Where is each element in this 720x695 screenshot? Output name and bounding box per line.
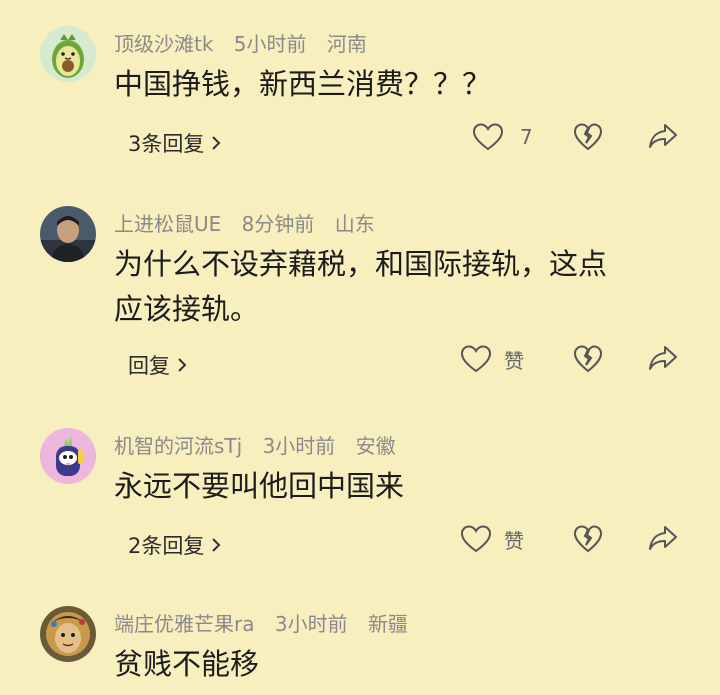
comment-meta: 顶级沙滩tk 5小时前 河南 xyxy=(114,28,381,57)
comment-text: 中国挣钱，新西兰消费？？？ xyxy=(114,62,684,107)
broken-heart-icon xyxy=(573,345,603,373)
comment-text-line: 为什么不设弃藉税，和国际接轨，这点 xyxy=(114,247,608,281)
avocado-avatar[interactable] xyxy=(40,26,96,82)
dislike-button[interactable] xyxy=(573,344,603,378)
like-button[interactable]: 赞 xyxy=(460,524,524,554)
share-icon xyxy=(649,526,677,550)
broken-heart-icon xyxy=(573,123,603,151)
like-button[interactable]: 赞 xyxy=(460,344,524,374)
heart-icon xyxy=(472,123,504,151)
comment-text: 为什么不设弃藉税，和国际接轨，这点 应该接轨。 xyxy=(114,242,684,332)
heart-icon xyxy=(460,345,492,373)
comment-text-line: 中国挣钱，新西兰消费？？？ xyxy=(114,67,492,101)
painted-face-avatar[interactable] xyxy=(40,606,96,662)
comment-text: 贫贱不能移 xyxy=(114,642,684,687)
share-button[interactable] xyxy=(648,122,678,154)
share-icon xyxy=(649,124,677,148)
like-count: 7 xyxy=(520,125,533,149)
cartoon-bird-avatar[interactable] xyxy=(40,428,96,484)
comment-text-line: 贫贱不能移 xyxy=(114,647,260,681)
location: 山东 xyxy=(334,212,375,236)
dislike-button[interactable] xyxy=(573,524,603,558)
username[interactable]: 上进松鼠UE xyxy=(114,212,221,236)
man-photo-avatar[interactable] xyxy=(40,206,96,262)
username[interactable]: 顶级沙滩tk xyxy=(114,32,213,56)
timestamp: 5小时前 xyxy=(233,32,307,56)
comment-text-line: 永远不要叫他回中国来 xyxy=(114,469,405,503)
location: 安徽 xyxy=(355,434,396,458)
dislike-button[interactable] xyxy=(573,122,603,156)
share-button[interactable] xyxy=(648,524,678,556)
comment-actions: 赞 xyxy=(0,344,720,384)
location: 新疆 xyxy=(367,612,408,636)
comment-meta: 上进松鼠UE 8分钟前 山东 xyxy=(114,208,389,237)
comment-text-line: 应该接轨。 xyxy=(114,292,260,326)
heart-icon xyxy=(460,525,492,553)
timestamp: 3小时前 xyxy=(274,612,348,636)
comment-meta: 端庄优雅芒果ra 3小时前 新疆 xyxy=(114,608,422,637)
broken-heart-icon xyxy=(573,525,603,553)
comment-meta: 机智的河流sTj 3小时前 安徽 xyxy=(114,430,410,459)
timestamp: 8分钟前 xyxy=(241,212,315,236)
like-label: 赞 xyxy=(504,528,524,553)
username[interactable]: 机智的河流sTj xyxy=(114,434,242,458)
username[interactable]: 端庄优雅芒果ra xyxy=(114,612,254,636)
comment-actions: 赞 xyxy=(0,524,720,564)
share-button[interactable] xyxy=(648,344,678,376)
like-label: 赞 xyxy=(504,348,524,373)
share-icon xyxy=(649,346,677,370)
like-button[interactable]: 7 xyxy=(472,122,533,152)
timestamp: 3小时前 xyxy=(262,434,336,458)
location: 河南 xyxy=(326,32,367,56)
comment-actions: 7 xyxy=(0,122,720,162)
comment-text: 永远不要叫他回中国来 xyxy=(114,464,684,509)
